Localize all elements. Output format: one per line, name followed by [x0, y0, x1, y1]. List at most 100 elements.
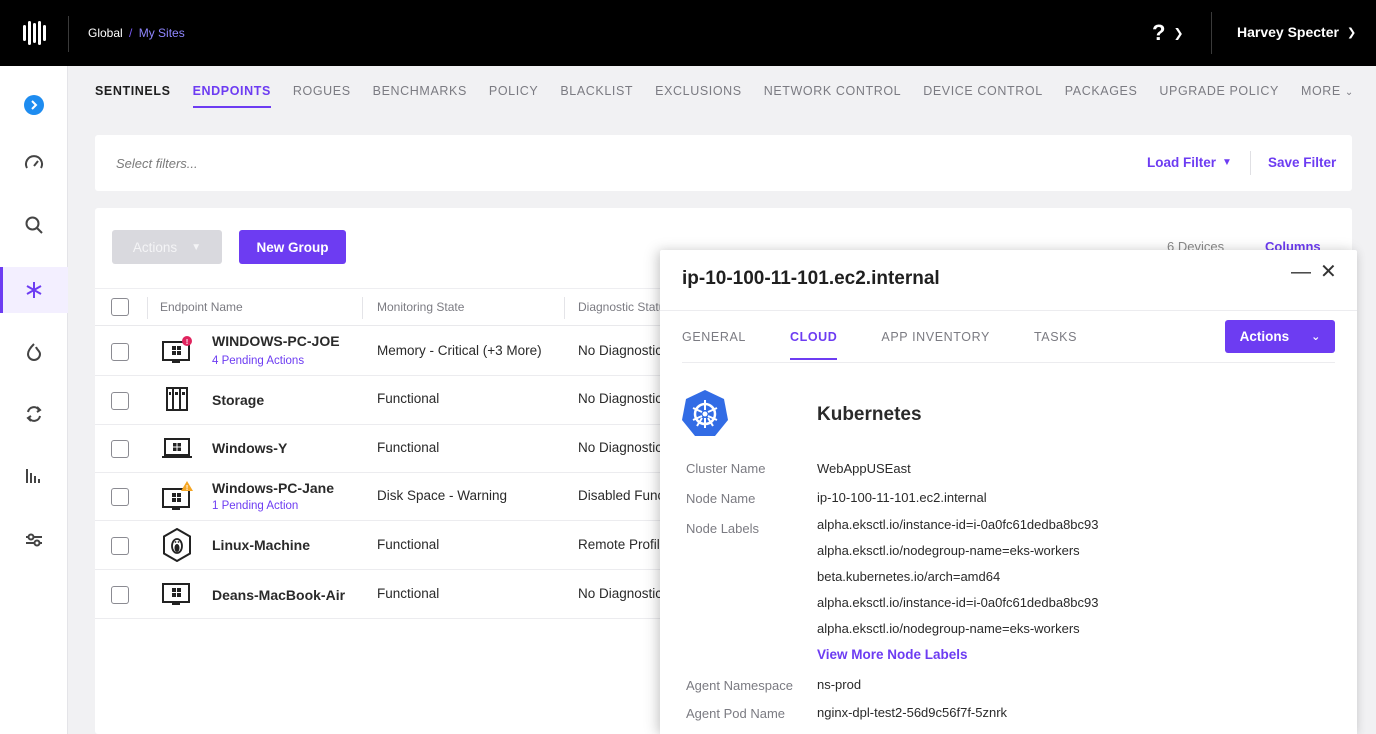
endpoint-details-panel: ip-10-100-11-101.ec2.internal — ✕ GENERA… — [660, 250, 1357, 734]
endpoint-name[interactable]: Linux-Machine — [212, 537, 310, 553]
sliders-icon — [26, 533, 42, 547]
column-header-monitoring[interactable]: Monitoring State — [377, 300, 464, 314]
agent-namespace-label: Agent Namespace — [686, 678, 793, 693]
asterisk-icon — [26, 282, 42, 298]
topbar-divider — [68, 16, 69, 52]
tab-device-control[interactable]: DEVICE CONTROL — [923, 84, 1043, 108]
tab-packages[interactable]: PACKAGES — [1065, 84, 1138, 108]
tab-exclusions[interactable]: EXCLUSIONS — [655, 84, 742, 108]
flame-icon — [26, 343, 42, 361]
column-divider — [147, 297, 148, 319]
panel-actions-button[interactable]: Actions ⌄ — [1225, 320, 1335, 353]
node-label-item: alpha.eksctl.io/instance-id=i-0a0fc61ded… — [817, 595, 1099, 610]
endpoint-name[interactable]: WINDOWS-PC-JOE — [212, 333, 340, 349]
chevron-right-circle-icon — [24, 95, 44, 115]
panel-tab-general[interactable]: GENERAL — [682, 330, 746, 360]
view-more-node-labels-link[interactable]: View More Node Labels — [817, 647, 968, 662]
diagnostic-status: No Diagnostics — [578, 586, 660, 601]
breadcrumb-separator: / — [129, 26, 133, 40]
tab-benchmarks[interactable]: BENCHMARKS — [373, 84, 467, 108]
monitoring-state: Functional — [377, 537, 440, 552]
tab-rogues[interactable]: ROGUES — [293, 84, 351, 108]
breadcrumb-global[interactable]: Global — [88, 26, 123, 40]
breadcrumb-my-sites[interactable]: My Sites — [139, 26, 185, 40]
row-checkbox[interactable] — [111, 440, 129, 458]
close-icon[interactable]: ✕ — [1320, 259, 1337, 284]
sidebar-item-activity[interactable] — [0, 329, 68, 375]
row-checkbox[interactable] — [111, 537, 129, 555]
breadcrumb: Global / My Sites — [88, 26, 185, 40]
node-label-item: beta.kubernetes.io/arch=amd64 — [817, 569, 1001, 584]
help-menu[interactable]: ? ❯ — [1152, 20, 1184, 46]
tab-sentinels[interactable]: SENTINELS — [95, 84, 171, 108]
storage-server-icon — [166, 387, 188, 411]
panel-tab-cloud[interactable]: CLOUD — [789, 330, 838, 360]
windows-laptop-icon — [162, 438, 192, 458]
speedometer-icon — [25, 155, 43, 169]
sentinelone-logo-icon[interactable] — [20, 19, 48, 47]
chevron-down-icon: ▼ — [191, 241, 202, 253]
sidebar-item-settings[interactable] — [0, 517, 68, 563]
endpoint-name[interactable]: Windows-Y — [212, 440, 287, 456]
row-checkbox[interactable] — [111, 586, 129, 604]
sidebar-item-dashboard[interactable] — [0, 141, 68, 187]
sidebar-item-expand[interactable] — [0, 82, 68, 128]
bar-chart-icon — [26, 469, 40, 483]
actions-button-label: Actions — [132, 239, 178, 255]
endpoint-name[interactable]: Windows-PC-Jane — [212, 480, 334, 496]
panel-tab-tasks[interactable]: TASKS — [1034, 330, 1077, 360]
row-checkbox[interactable] — [111, 392, 129, 410]
endpoint-name[interactable]: Deans-MacBook-Air — [212, 587, 345, 603]
chevron-down-icon: ⌄ — [1311, 331, 1321, 343]
linux-tux-icon — [163, 528, 191, 562]
svg-text:!: ! — [186, 339, 188, 346]
row-checkbox[interactable] — [111, 343, 129, 361]
node-label-item: alpha.eksctl.io/nodegroup-name=eks-worke… — [817, 543, 1080, 558]
load-filter-label: Load Filter — [1147, 155, 1217, 170]
sync-icon — [26, 406, 42, 422]
save-filter-button[interactable]: Save Filter — [1268, 155, 1336, 170]
tab-policy[interactable]: POLICY — [489, 84, 538, 108]
tab-endpoints[interactable]: ENDPOINTS — [192, 84, 271, 108]
panel-tab-app-inventory[interactable]: APP INVENTORY — [881, 330, 990, 360]
endpoint-name[interactable]: Storage — [212, 392, 264, 408]
column-header-diagnostic[interactable]: Diagnostic Status — [578, 300, 660, 314]
sidebar-item-sync[interactable] — [0, 391, 68, 437]
tab-upgrade-policy[interactable]: UPGRADE POLICY — [1159, 84, 1279, 108]
monitoring-state: Functional — [377, 586, 440, 601]
tab-network-control[interactable]: NETWORK CONTROL — [764, 84, 901, 108]
tab-blacklist[interactable]: BLACKLIST — [560, 84, 633, 108]
kubernetes-icon — [682, 390, 728, 436]
node-labels-label: Node Labels — [686, 521, 759, 536]
select-all-checkbox[interactable] — [111, 298, 129, 316]
chevron-down-icon: ▼ — [1222, 157, 1232, 168]
node-label-item: alpha.eksctl.io/instance-id=i-0a0fc61ded… — [817, 517, 1099, 532]
row-checkbox[interactable] — [111, 488, 129, 506]
user-name: Harvey Specter — [1237, 24, 1339, 40]
chevron-down-icon: ⌄ — [1344, 87, 1354, 98]
sidebar-item-search[interactable] — [0, 202, 68, 248]
top-bar: Global / My Sites ? ❯ Harvey Specter ❯ — [0, 0, 1376, 66]
chevron-down-icon: ❯ — [1346, 26, 1357, 39]
new-group-button[interactable]: New Group — [239, 230, 346, 264]
column-divider — [564, 297, 565, 319]
actions-button-disabled[interactable]: Actions ▼ — [112, 230, 222, 264]
diagnostic-status: Remote Profiling — [578, 537, 660, 552]
filter-divider — [1250, 151, 1251, 175]
load-filter-button[interactable]: Load Filter ▼ — [1147, 155, 1232, 170]
sidebar-item-reports[interactable] — [0, 453, 68, 499]
chevron-down-icon: ❯ — [1173, 26, 1184, 40]
filter-input[interactable]: Select filters... — [116, 156, 198, 171]
user-menu[interactable]: Harvey Specter ❯ — [1237, 24, 1356, 40]
windows-desktop-icon — [162, 583, 190, 605]
filter-bar: Select filters... Load Filter ▼ Save Fil… — [95, 135, 1352, 191]
column-header-name[interactable]: Endpoint Name — [160, 300, 243, 314]
cluster-name-value: WebAppUSEast — [817, 461, 911, 476]
pending-actions-link[interactable]: 4 Pending Actions — [212, 355, 304, 367]
minimize-icon[interactable]: — — [1291, 261, 1311, 284]
sidebar-item-sentinels[interactable] — [0, 267, 68, 313]
diagnostic-status: No Diagnostics — [578, 440, 660, 455]
pending-actions-link[interactable]: 1 Pending Action — [212, 500, 298, 512]
tab-more[interactable]: MORE ⌄ — [1301, 84, 1354, 108]
windows-desktop-warning-icon: ! — [162, 481, 193, 510]
